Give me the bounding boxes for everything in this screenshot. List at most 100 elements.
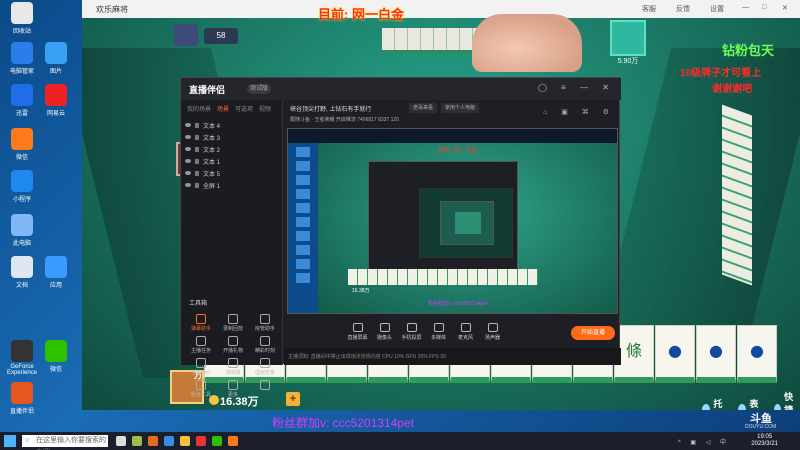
settings-button[interactable]: 设置 (710, 4, 724, 14)
app-window-controls[interactable]: ◯ ≡ — ✕ (538, 83, 615, 92)
source-button[interactable]: 麦克风 (452, 323, 479, 341)
hand-tile[interactable]: ● (655, 325, 695, 383)
folder-icon[interactable] (180, 436, 190, 446)
feedback-button[interactable]: 反馈 (676, 4, 690, 14)
desktop-icon[interactable]: 微信 (2, 128, 42, 161)
category-field[interactable]: 老哥来看 (409, 103, 438, 113)
eye-icon[interactable] (185, 123, 191, 127)
lock-icon[interactable] (195, 182, 199, 188)
toolbox-item[interactable]: 录制回放 (217, 314, 249, 332)
toolbox-item[interactable] (249, 380, 281, 398)
lock-icon[interactable] (195, 134, 199, 140)
toolbox-item[interactable]: 弹幕助手 (185, 314, 217, 332)
hand-tile[interactable]: ● (696, 325, 736, 383)
quick-chat-button[interactable]: 快捷语 (774, 390, 800, 410)
tool-icon (228, 336, 238, 346)
source-button[interactable]: 多媒体 (425, 323, 452, 341)
tool-icon (228, 380, 238, 390)
desktop-icon[interactable]: 小程序 (2, 170, 42, 203)
toolbox-item[interactable]: 精彩时刻 (249, 336, 281, 354)
desktop-icon[interactable]: 网易云 (36, 84, 76, 117)
emoji-button[interactable]: 表情 (738, 390, 762, 410)
shield-icon (11, 42, 33, 64)
hand-tile[interactable]: ● (737, 325, 777, 383)
desktop-icon[interactable]: 应用 (36, 256, 76, 289)
scene-item[interactable]: 文本 1 (185, 155, 278, 167)
windows-start-icon[interactable] (4, 435, 16, 447)
app-version-badge: 测试版 (247, 84, 271, 94)
scene-item[interactable]: 文本 3 (185, 131, 278, 143)
app-icon[interactable] (196, 436, 206, 446)
minimize-button[interactable]: — (742, 4, 749, 11)
eye-icon[interactable] (185, 183, 191, 187)
emoji-icon (738, 403, 747, 410)
desktop-icon[interactable]: 图片 (36, 42, 76, 75)
tab-scenes[interactable]: 场景 (217, 104, 229, 113)
streaming-app-window: 直播伴侣 测试版 ◯ ≡ — ✕ 我的场景 场景 可选项 视频 文本 4 文本 3… (180, 77, 621, 398)
source-button[interactable]: 直播屏幕 (344, 323, 371, 341)
toolbox-item[interactable]: 主播任务 (185, 336, 217, 354)
preview-nested-app (368, 161, 518, 271)
task-view-icon[interactable] (116, 436, 126, 446)
toolbox-item[interactable]: 开播礼物 (217, 336, 249, 354)
app-icon[interactable] (148, 436, 158, 446)
desktop-icon[interactable]: 回收站 (2, 2, 42, 35)
lock-icon[interactable] (195, 146, 199, 152)
desktop-icon[interactable]: 此电脑 (2, 214, 42, 247)
source-icon (487, 323, 498, 332)
preview-hand-tiles (348, 269, 538, 285)
go-live-button[interactable]: 开始直播 (571, 326, 615, 340)
tool-label: 弹幕助手 (190, 326, 211, 332)
lock-icon[interactable] (195, 122, 199, 128)
overlay-fan-group-text: 粉丝群加v: ccc5201314pet (272, 416, 415, 430)
wechat-icon[interactable] (212, 436, 222, 446)
toolbox-grid: 弹幕助手 录制回放 房管助手主播任务 开播礼物 精彩时刻任务中心 游戏猜 虚拟形象粉丝工具 更… (185, 314, 281, 398)
system-tray[interactable]: ^ ▣ ◁ 中 (678, 437, 730, 446)
scene-item[interactable]: 文本 2 (185, 143, 278, 155)
taskbar-clock[interactable]: 19:05 2023/3/21 (751, 434, 778, 448)
close-button[interactable]: ✕ (782, 4, 788, 12)
taskbar: 在这里输入你要搜索的内容 ^ ▣ ◁ 中 19:05 2023/3/21 (0, 432, 800, 450)
toolbox-item[interactable]: 游戏猜 (217, 358, 249, 376)
toolbox-item[interactable]: 粉丝工具 (185, 380, 217, 398)
scene-item[interactable]: 文本 4 (185, 119, 278, 131)
device-field[interactable]: 家用个人电脑 (441, 103, 480, 113)
preview-watermark: 粉丝群加v: ccc5201314pet (428, 301, 488, 307)
scene-list: 文本 4 文本 3 文本 2 文本 1 文本 5 全屏 1 (181, 117, 282, 193)
toolbox-item[interactable]: 虚拟形象 (249, 358, 281, 376)
lock-icon[interactable] (195, 170, 199, 176)
tab-options[interactable]: 可选项 (235, 104, 253, 113)
app-icon[interactable] (132, 436, 142, 446)
eye-icon[interactable] (185, 171, 191, 175)
scene-item[interactable]: 文本 5 (185, 167, 278, 179)
tab-my-scenes[interactable]: 我的场景 (187, 104, 211, 113)
source-label: 手机投屏 (401, 335, 422, 341)
exit-icon[interactable] (174, 24, 198, 46)
preview-overlay-title: 目前: 网一白金 (438, 148, 478, 154)
top-opponent-avatar[interactable] (610, 20, 646, 56)
maximize-button[interactable]: □ (762, 4, 766, 11)
eye-icon[interactable] (185, 147, 191, 151)
source-button[interactable]: 扬声器 (479, 323, 506, 341)
toolbox-item[interactable]: 房管助手 (249, 314, 281, 332)
preview-toolbar-icons[interactable]: ⌂ ▣ ⌘ ⚙ (543, 108, 615, 116)
lock-icon[interactable] (195, 158, 199, 164)
scene-item[interactable]: 全屏 1 (185, 179, 278, 191)
tool-icon (260, 380, 270, 390)
taskbar-search-input[interactable]: 在这里输入你要搜索的内容 (22, 435, 108, 450)
support-button[interactable]: 客服 (642, 4, 656, 14)
desktop-icon[interactable]: 微信 (36, 340, 76, 373)
live-app-icon[interactable] (228, 436, 238, 446)
add-coins-button[interactable]: + (286, 392, 300, 406)
tool-icon (196, 336, 206, 346)
source-button[interactable]: 手机投屏 (398, 323, 425, 341)
tab-video[interactable]: 视频 (259, 104, 271, 113)
browser-icon[interactable] (164, 436, 174, 446)
source-button[interactable]: 摄像头 (371, 323, 398, 341)
eye-icon[interactable] (185, 159, 191, 163)
auto-play-button[interactable]: 托管 (702, 390, 726, 410)
toolbox-item[interactable]: 任务中心 (185, 358, 217, 376)
toolbox-item[interactable]: 更多 (217, 380, 249, 398)
eye-icon[interactable] (185, 135, 191, 139)
desktop-icon[interactable]: 直播伴侣 (2, 382, 42, 415)
